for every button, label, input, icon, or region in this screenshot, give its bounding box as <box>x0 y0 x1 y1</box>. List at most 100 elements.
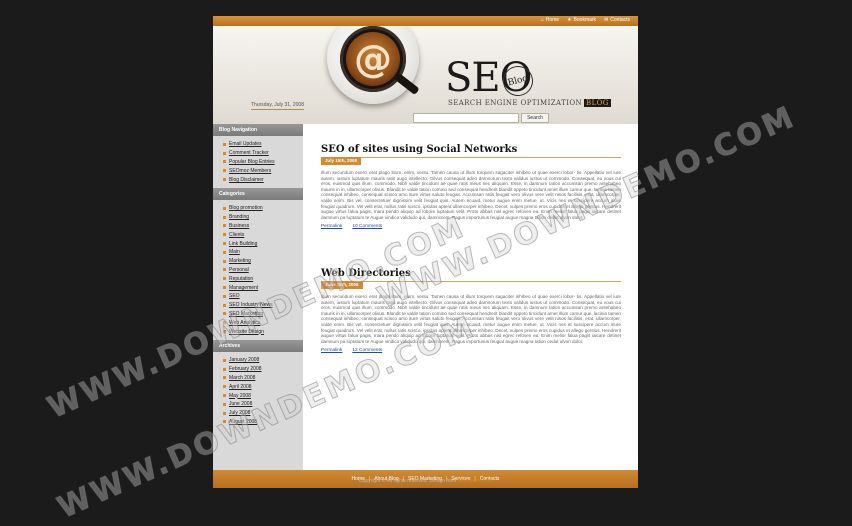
category-link[interactable]: Personal <box>229 267 249 273</box>
category-item[interactable]: SEO Marketing <box>223 310 303 319</box>
post-title[interactable]: Web Directories <box>321 268 621 279</box>
home-icon: ⌂ <box>540 17 544 23</box>
archive-item[interactable]: June 2008 <box>223 400 303 409</box>
copyright-link[interactable]: downdemo.com <box>458 478 493 484</box>
sidebar-item[interactable]: SEOmoz Members <box>223 166 303 175</box>
post-date-badge: July 15th, 2008 <box>321 157 362 165</box>
category-link[interactable]: Clients <box>229 232 244 238</box>
sidebar-link[interactable]: SEOmoz Members <box>229 168 271 174</box>
archive-item[interactable]: February 2008 <box>223 365 303 374</box>
at-sign-icon: @ <box>346 32 400 86</box>
archive-item[interactable]: March 2008 <box>223 374 303 383</box>
sidebar: Blog Navigation Email Updates Comment Tr… <box>213 124 303 470</box>
category-link[interactable]: Reputation <box>229 276 253 282</box>
archive-item[interactable]: January 2008 <box>223 356 303 365</box>
category-item[interactable]: Personal <box>223 266 303 275</box>
permalink-link[interactable]: Permalink <box>321 348 342 353</box>
bookmark-icon: ★ <box>567 17 572 23</box>
sidebar-item[interactable]: Popular Blog Entries <box>223 158 303 167</box>
top-links: ⌂ Home ★ Bookmark ✉ Contacts <box>541 17 630 23</box>
tagline-blog: BLOG <box>584 99 611 107</box>
sidebar-link[interactable]: Comment Tracker <box>229 150 269 156</box>
category-link[interactable]: Business <box>229 223 249 229</box>
blog-post: SEO of sites using Social Networks July … <box>321 144 621 229</box>
archive-link[interactable]: April 2008 <box>229 384 252 390</box>
permalink-link[interactable]: Permalink <box>321 224 342 229</box>
post-date-badge: June 15th, 2008 <box>321 281 363 289</box>
post-links: Permalink 10 Comments <box>321 224 621 229</box>
search-input[interactable] <box>413 113 519 123</box>
blog-navigation-heading: Blog Navigation <box>213 124 303 136</box>
category-item[interactable]: Link Building <box>223 239 303 248</box>
sidebar-link[interactable]: Popular Blog Entries <box>229 159 275 165</box>
category-link[interactable]: Web Analytics <box>229 320 260 326</box>
category-item[interactable]: Management <box>223 283 303 292</box>
archive-link[interactable]: June 2008 <box>229 401 252 407</box>
blog-navigation-list: Email Updates Comment Tracker Popular Bl… <box>213 136 303 188</box>
tagline: SEARCH ENGINE OPTIMIZATION BLOG <box>448 99 611 107</box>
archives-heading: Archives <box>213 339 303 352</box>
top-link-contacts[interactable]: ✉ Contacts <box>604 17 630 23</box>
category-item[interactable]: Blog promotion <box>223 204 303 213</box>
post-body: Illum secundum exerci erat plago litum, … <box>321 294 621 344</box>
category-item[interactable]: Branding <box>223 213 303 222</box>
category-link[interactable]: SEO Marketing <box>229 311 263 317</box>
archive-link[interactable]: May 2008 <box>229 393 251 399</box>
category-item[interactable]: Marketing <box>223 257 303 266</box>
post-divider: July 15th, 2008 <box>321 157 621 165</box>
category-item[interactable]: Clients <box>223 230 303 239</box>
top-link-bookmark[interactable]: ★ Bookmark <box>567 17 596 23</box>
search-button[interactable]: Search <box>521 113 549 123</box>
category-link[interactable]: Website Design <box>229 329 264 335</box>
category-item[interactable]: SEO Industry News <box>223 301 303 310</box>
category-link[interactable]: Marketing <box>229 258 251 264</box>
post-body: Illum secundum exerci erat plago litum, … <box>321 170 621 220</box>
archive-item[interactable]: August 2008 <box>223 418 303 427</box>
archive-item[interactable]: May 2008 <box>223 391 303 400</box>
archive-link[interactable]: August 2008 <box>229 419 257 425</box>
category-link[interactable]: Management <box>229 285 258 291</box>
sidebar-link[interactable]: Blog Disclaimer <box>229 177 264 183</box>
archive-link[interactable]: March 2008 <box>229 375 255 381</box>
categories-heading: Categories <box>213 187 303 200</box>
sidebar-item[interactable]: Comment Tracker <box>223 149 303 158</box>
top-link-home[interactable]: ⌂ Home <box>541 17 559 23</box>
category-item[interactable]: Business <box>223 222 303 231</box>
category-item[interactable]: Reputation <box>223 274 303 283</box>
post-title[interactable]: SEO of sites using Social Networks <box>321 144 621 155</box>
category-link[interactable]: Blog promotion <box>229 205 263 211</box>
category-item[interactable]: Web Analytics <box>223 318 303 327</box>
archive-item[interactable]: July 2008 <box>223 409 303 418</box>
category-link[interactable]: Link Building <box>229 241 257 247</box>
post-links: Permalink 12 Comments <box>321 348 621 353</box>
category-link[interactable]: Main <box>229 249 240 255</box>
archives-list: January 2008 February 2008 March 2008 Ap… <box>213 352 303 430</box>
tagline-text: SEARCH ENGINE OPTIMIZATION <box>448 99 583 107</box>
current-date: Thursday, July 31, 2008 <box>251 102 304 110</box>
sidebar-item[interactable]: Blog Disclaimer <box>223 175 303 184</box>
top-link-label: Home <box>545 17 560 23</box>
category-item[interactable]: SEO <box>223 292 303 301</box>
sidebar-link[interactable]: Email Updates <box>229 141 262 147</box>
top-bar: ⌂ Home ★ Bookmark ✉ Contacts <box>213 16 638 26</box>
archive-link[interactable]: January 2008 <box>229 357 259 363</box>
archive-item[interactable]: April 2008 <box>223 382 303 391</box>
archive-link[interactable]: July 2008 <box>229 410 250 416</box>
comments-link[interactable]: 12 Comments <box>352 348 382 353</box>
sidebar-item[interactable]: Email Updates <box>223 140 303 149</box>
contacts-icon: ✉ <box>604 17 609 23</box>
category-item[interactable]: Main <box>223 248 303 257</box>
page: ⌂ Home ★ Bookmark ✉ Contacts @ Thursday, Ju… <box>213 16 638 488</box>
post-divider: June 15th, 2008 <box>321 281 621 289</box>
blog-post: Web Directories June 15th, 2008 Illum se… <box>321 268 621 353</box>
category-link[interactable]: Branding <box>229 214 249 220</box>
top-link-label: Contacts <box>610 17 630 23</box>
archive-link[interactable]: February 2008 <box>229 366 262 372</box>
header: @ Thursday, July 31, 2008 SEO Blog SEARC… <box>213 26 638 134</box>
category-link[interactable]: SEO <box>229 293 240 299</box>
categories-list: Blog promotion Branding Business Clients… <box>213 200 303 340</box>
category-item[interactable]: Website Design <box>223 327 303 336</box>
comments-link[interactable]: 10 Comments <box>352 224 382 229</box>
main-content: SEO of sites using Social Networks July … <box>303 124 638 470</box>
category-link[interactable]: SEO Industry News <box>229 302 273 308</box>
